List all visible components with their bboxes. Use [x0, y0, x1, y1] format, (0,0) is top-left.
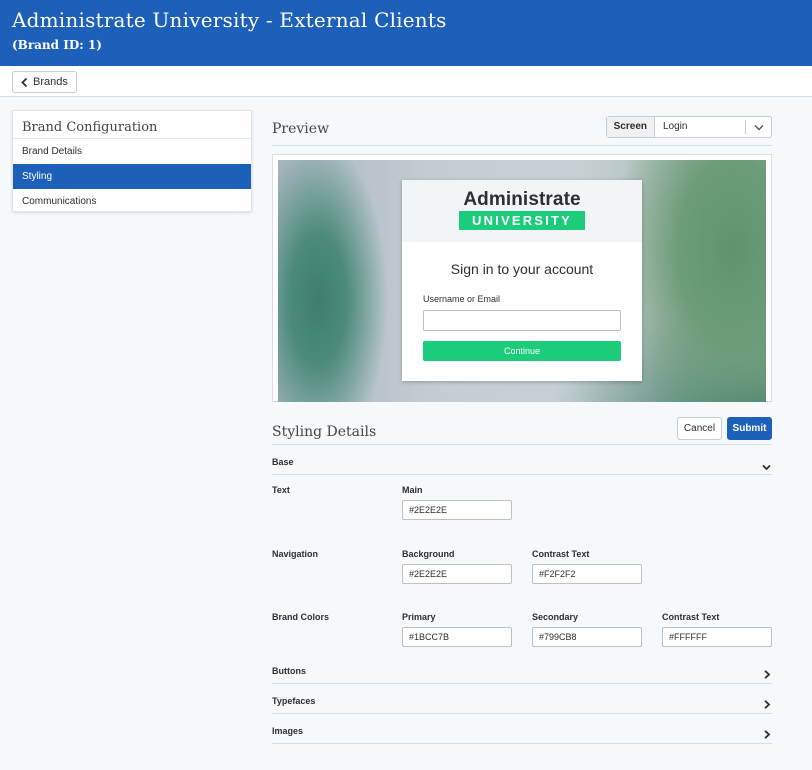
chevron-right-icon: [764, 700, 771, 709]
sidebar-title: Brand Configuration: [13, 111, 251, 139]
styling-title: Styling Details: [272, 424, 377, 440]
section-base[interactable]: Base: [272, 447, 772, 475]
divider: [272, 145, 772, 146]
cancel-button[interactable]: Cancel: [677, 417, 722, 440]
styling-header: Styling Details Cancel Submit: [272, 416, 772, 446]
section-buttons-label: Buttons: [272, 666, 306, 676]
section-images[interactable]: Images: [272, 716, 772, 744]
brand-logo-area: Administrate UNIVERSITY: [402, 180, 642, 242]
username-label: Username or Email: [423, 294, 501, 304]
navigation-background-input[interactable]: #2E2E2E: [402, 564, 512, 584]
brand-primary-input[interactable]: #1BCC7B: [402, 627, 512, 647]
text-main-field: Main #2E2E2E: [402, 485, 512, 520]
text-row-label: Text: [272, 485, 290, 495]
back-button-label: Brands: [33, 76, 68, 88]
section-base-label: Base: [272, 457, 294, 467]
text-main-input[interactable]: #2E2E2E: [402, 500, 512, 520]
brand-config-sidebar: Brand Configuration Brand Details Stylin…: [12, 110, 252, 212]
navigation-color-row: Navigation Background #2E2E2E Contrast T…: [272, 549, 772, 599]
submit-button[interactable]: Submit: [727, 417, 772, 440]
navigation-contrast-label: Contrast Text: [532, 549, 590, 559]
preview-background-image: Administrate UNIVERSITY Sign in to your …: [278, 160, 766, 402]
brand-id-subtitle: (Brand ID: 1): [12, 38, 102, 52]
chevron-down-icon: [745, 120, 771, 134]
section-typefaces-label: Typefaces: [272, 696, 316, 706]
chevron-right-icon: [764, 730, 771, 739]
toolbar: Brands: [0, 66, 812, 97]
username-input[interactable]: [423, 310, 621, 331]
brand-secondary-input[interactable]: #799CB8: [532, 627, 642, 647]
signin-heading: Sign in to your account: [450, 261, 594, 277]
page-title: Administrate University - External Clien…: [12, 8, 447, 32]
navigation-row-label: Navigation: [272, 549, 319, 559]
brand-contrast-field: Contrast Text #FFFFFF: [662, 612, 772, 647]
continue-button[interactable]: Continue: [423, 341, 621, 361]
navigation-background-label: Background: [402, 549, 455, 559]
login-card: Administrate UNIVERSITY Sign in to your …: [402, 180, 642, 381]
screen-select-value: Login: [663, 121, 688, 132]
brand-secondary-label: Secondary: [532, 612, 579, 622]
divider: [272, 444, 772, 445]
chevron-right-icon: [764, 670, 771, 679]
sidebar-item-communications[interactable]: Communications: [13, 189, 251, 214]
logo-tagline: UNIVERSITY: [459, 211, 585, 230]
brand-primary-field: Primary #1BCC7B: [402, 612, 512, 647]
text-main-label: Main: [402, 485, 423, 495]
brand-secondary-field: Secondary #799CB8: [532, 612, 642, 647]
preview-title: Preview: [272, 121, 330, 137]
section-images-label: Images: [272, 726, 304, 736]
preview-header: Preview Screen Login: [272, 116, 772, 144]
login-preview: Administrate UNIVERSITY Sign in to your …: [272, 154, 772, 402]
section-typefaces[interactable]: Typefaces: [272, 686, 772, 714]
brand-primary-label: Primary: [402, 612, 436, 622]
screen-select[interactable]: Screen Login: [605, 116, 772, 138]
screen-select-label: Screen: [606, 117, 655, 137]
app-header: Administrate University - External Clien…: [0, 0, 812, 66]
navigation-contrast-input[interactable]: #F2F2F2: [532, 564, 642, 584]
chevron-left-icon: [21, 77, 28, 87]
back-to-brands-button[interactable]: Brands: [12, 71, 77, 93]
brand-colors-row: Brand Colors Primary #1BCC7B Secondary #…: [272, 612, 772, 662]
brand-contrast-label: Contrast Text: [662, 612, 720, 622]
sidebar-item-styling[interactable]: Styling: [13, 164, 251, 189]
sidebar-item-brand-details[interactable]: Brand Details: [13, 139, 251, 164]
brand-colors-row-label: Brand Colors: [272, 612, 330, 622]
navigation-contrast-field: Contrast Text #F2F2F2: [532, 549, 642, 584]
logo-wordmark: Administrate: [463, 189, 581, 210]
chevron-down-icon: [762, 464, 771, 471]
navigation-background-field: Background #2E2E2E: [402, 549, 512, 584]
section-buttons[interactable]: Buttons: [272, 656, 772, 684]
text-color-row: Text Main #2E2E2E: [272, 485, 772, 535]
brand-contrast-input[interactable]: #FFFFFF: [662, 627, 772, 647]
